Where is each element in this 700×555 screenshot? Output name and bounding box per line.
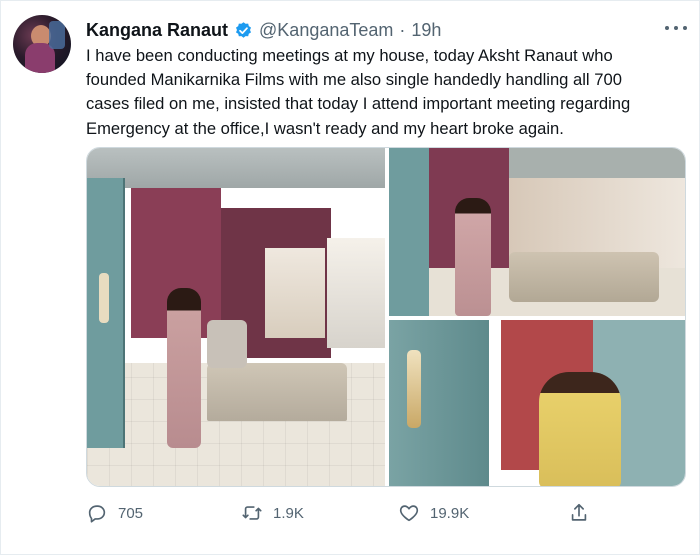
reply-count: 705: [118, 504, 144, 522]
share-icon: [571, 503, 587, 521]
like-count: 19.9K: [430, 504, 470, 522]
photo-ceiling: [509, 148, 685, 178]
photo-door: [389, 320, 489, 486]
retweet-button[interactable]: 1.9K: [241, 499, 304, 527]
verified-badge-icon: [236, 21, 252, 38]
photo-lamp: [99, 273, 109, 323]
avatar-backdrop: [49, 21, 65, 49]
more-dot: [674, 26, 678, 30]
share-button[interactable]: [568, 499, 590, 527]
tweet-card: Kangana Ranaut @KanganaTeam · 19h I have…: [0, 0, 700, 555]
photo-woman: [167, 288, 201, 448]
media-photo-1[interactable]: [87, 148, 385, 486]
photo-window: [265, 248, 325, 338]
author-handle[interactable]: @KanganaTeam: [259, 20, 393, 41]
tweet-text: I have been conducting meetings at my ho…: [86, 46, 631, 138]
author-avatar[interactable]: [13, 15, 71, 73]
photo-woman: [539, 372, 621, 486]
more-dot: [665, 26, 669, 30]
reply-icon: [88, 505, 106, 523]
photo-rubble: [509, 252, 659, 302]
tweet-media-grid: [86, 147, 686, 487]
photo-lamp: [407, 350, 421, 428]
retweet-icon: [242, 506, 262, 520]
photo-woman: [455, 198, 491, 316]
more-dot: [683, 26, 687, 30]
media-photo-2[interactable]: [389, 148, 685, 316]
photo-rubble: [207, 363, 347, 421]
retweet-count: 1.9K: [273, 504, 304, 522]
tweet-header: Kangana Ranaut @KanganaTeam · 19h: [86, 18, 441, 42]
photo-window: [327, 238, 385, 348]
photo-ceiling: [87, 148, 385, 188]
photo-door: [389, 148, 429, 316]
like-button[interactable]: 19.9K: [398, 499, 469, 527]
author-name[interactable]: Kangana Ranaut: [86, 20, 228, 41]
more-options-icon[interactable]: [665, 19, 687, 37]
reply-button[interactable]: 705: [86, 499, 143, 527]
media-photo-3[interactable]: [389, 320, 685, 486]
heart-icon: [399, 505, 419, 522]
photo-chair: [207, 320, 247, 368]
tweet-timestamp[interactable]: 19h: [411, 20, 441, 41]
separator-dot: ·: [399, 19, 406, 40]
tweet-actions: 705 1.9K 19.9K: [86, 499, 606, 527]
